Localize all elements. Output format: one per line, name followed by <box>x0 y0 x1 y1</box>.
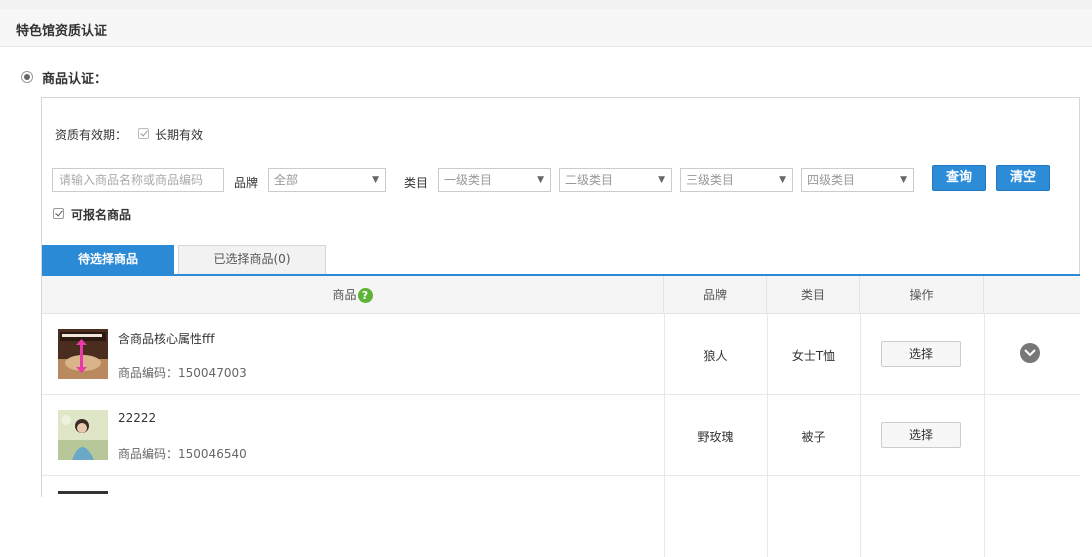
product-brand: 狼人 <box>703 349 728 363</box>
header-brand: 品牌 <box>664 276 767 314</box>
select-button[interactable]: 选择 <box>881 422 961 448</box>
section-label: 商品认证： <box>42 72 108 87</box>
table-row <box>42 476 1080 557</box>
product-code: 商品编码：150046540 <box>118 445 247 462</box>
product-thumbnail <box>58 410 108 460</box>
certification-panel: 资质有效期： 长期有效 请输入商品名称或商品编码 品牌 全部 ▼ 类目 一级类目… <box>41 97 1080 557</box>
product-name: 22222 <box>118 411 157 425</box>
product-category: 女士T恤 <box>791 349 836 363</box>
category-label: 类目 <box>404 176 429 190</box>
cell-divider <box>860 476 861 557</box>
product-name: 含商品核心属性fff <box>118 332 215 346</box>
checkbox-checked-icon <box>55 208 63 217</box>
header-category: 类目 <box>767 276 860 314</box>
cell-divider <box>984 476 985 557</box>
product-code-prefix: 商品编码： <box>118 366 179 380</box>
header-extra <box>984 276 1080 314</box>
cell-divider <box>767 476 768 557</box>
cell-divider <box>984 314 985 394</box>
caret-down-icon: ▼ <box>372 175 379 185</box>
clear-button[interactable]: 清空 <box>996 165 1050 191</box>
page-header: 特色馆资质认证 <box>0 9 1092 47</box>
cell-divider <box>860 395 861 475</box>
product-thumbnail <box>58 491 108 541</box>
category-level3-select[interactable]: 三级类目 ▼ <box>680 168 793 192</box>
table-header: 商品? 品牌 类目 操作 <box>42 276 1080 314</box>
category-level4-select[interactable]: 四级类目 ▼ <box>801 168 914 192</box>
product-code-value: 150047003 <box>178 366 247 380</box>
validity-label: 资质有效期： <box>55 128 128 142</box>
tab-selected[interactable]: 已选择商品(0) <box>178 245 326 274</box>
product-code-value: 150046540 <box>178 447 247 461</box>
tab-pending[interactable]: 待选择商品 <box>42 245 174 274</box>
brand-select[interactable]: 全部 ▼ <box>268 168 386 192</box>
page-title: 特色馆资质认证 <box>16 24 108 39</box>
category-level2-value: 二级类目 <box>565 173 614 187</box>
product-code-prefix: 商品编码： <box>118 447 179 461</box>
header-product-label: 商品 <box>332 288 357 302</box>
top-strip <box>0 0 1092 9</box>
caret-down-icon: ▼ <box>779 175 786 185</box>
product-code: 商品编码：150047003 <box>118 364 247 381</box>
question-icon[interactable]: ? <box>357 288 373 303</box>
long-term-label: 长期有效 <box>155 128 204 142</box>
brand-label: 品牌 <box>234 176 259 190</box>
cell-divider <box>664 476 665 557</box>
caret-down-icon: ▼ <box>537 175 544 185</box>
query-button[interactable]: 查询 <box>932 165 986 191</box>
product-thumbnail <box>58 329 108 379</box>
checkbox-checked-icon <box>140 128 148 137</box>
category-level1-select[interactable]: 一级类目 ▼ <box>438 168 551 192</box>
long-term-checkbox[interactable] <box>138 128 149 139</box>
available-checkbox[interactable] <box>53 208 64 219</box>
category-level1-value: 一级类目 <box>444 173 493 187</box>
brand-select-value: 全部 <box>274 173 299 187</box>
header-action: 操作 <box>860 276 984 314</box>
caret-down-icon: ▼ <box>658 175 665 185</box>
header-product: 商品? <box>42 276 664 314</box>
caret-down-icon: ▼ <box>900 175 907 185</box>
cell-divider <box>984 395 985 475</box>
select-button[interactable]: 选择 <box>881 341 961 367</box>
product-brand: 野玫瑰 <box>697 430 734 444</box>
radio-selected-icon[interactable] <box>21 71 33 83</box>
table-row: 含商品核心属性fff 商品编码：150047003 狼人 女士T恤 选择 <box>42 314 1080 395</box>
search-input[interactable]: 请输入商品名称或商品编码 <box>52 168 224 192</box>
category-level4-value: 四级类目 <box>807 173 856 187</box>
product-category: 被子 <box>801 430 826 444</box>
table-row: 22222 商品编码：150046540 野玫瑰 被子 选择 <box>42 395 1080 476</box>
cell-divider <box>860 314 861 394</box>
category-level3-value: 三级类目 <box>686 173 735 187</box>
available-label: 可报名商品 <box>71 208 132 222</box>
chevron-down-circle-icon[interactable] <box>1020 343 1040 363</box>
category-level2-select[interactable]: 二级类目 ▼ <box>559 168 672 192</box>
